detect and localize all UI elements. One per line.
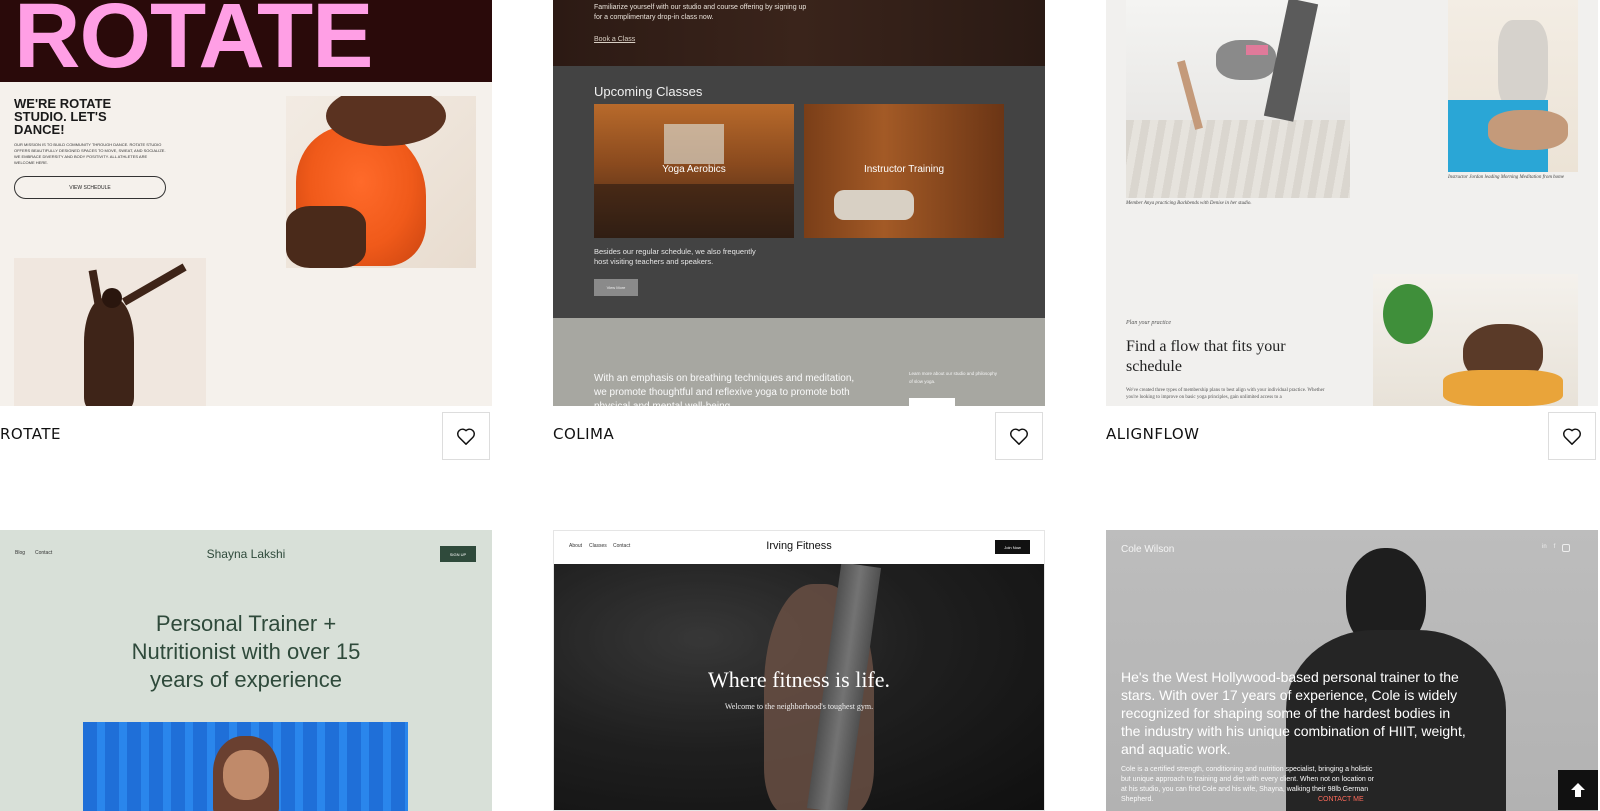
colima-classes-section: Upcoming Classes Yoga Aerobics Instructo… [553, 66, 1045, 318]
linkedin-icon[interactable]: in [1542, 544, 1547, 552]
shayna-photo [83, 722, 408, 811]
colima-section-title: Upcoming Classes [594, 84, 703, 99]
shayna-headline: Personal Trainer + Nutritionist with ove… [131, 611, 361, 692]
template-name[interactable]: COLIMA [553, 425, 614, 443]
colima-class-label-1: Yoga Aerobics [662, 164, 726, 175]
alignflow-eyebrow: Plan your practice [1126, 320, 1171, 326]
rotate-photo-dancer [14, 258, 206, 406]
shayna-signup-label: SIGN UP [449, 551, 467, 557]
rotate-photo-orange-top [286, 96, 476, 268]
colima-note: Besides our regular schedule, we also fr… [594, 247, 756, 266]
template-preview-irving-fitness[interactable]: About Classes Contact Irving Fitness Joi… [553, 530, 1045, 811]
alignflow-caption-1: Member Anya practicing Backbends with De… [1126, 201, 1252, 206]
template-preview-rotate[interactable]: ROTATE WE'RE ROTATE STUDIO. LET'S DANCE!… [0, 0, 492, 406]
irving-sub: Welcome to the neighborhood's toughest g… [724, 702, 874, 711]
alignflow-heading: Find a flow that fits your schedule [1126, 338, 1286, 375]
colima-side-text: Learn more about our studio and philosop… [909, 371, 998, 384]
shayna-brand: Shayna Lakshi [206, 547, 286, 561]
colima-intro-link[interactable]: Book a Class [594, 36, 635, 43]
heart-icon [1010, 428, 1028, 445]
rotate-headline: WE'RE ROTATE STUDIO. LET'S DANCE! [14, 96, 112, 137]
alignflow-photo-backbend [1126, 0, 1350, 198]
template-preview-shayna-lakshi[interactable]: Blog Contact Shayna Lakshi SIGN UP Perso… [0, 530, 492, 811]
irving-brand: Irving Fitness [766, 540, 832, 552]
colima-side-button[interactable] [909, 398, 955, 406]
template-preview-cole-wilson[interactable]: Cole Wilson in f He's the West Hollywood… [1106, 530, 1598, 811]
heart-icon [1563, 428, 1581, 445]
template-card-colima[interactable]: Familiarize yourself with our studio and… [553, 0, 1045, 470]
template-card-irving-fitness[interactable]: About Classes Contact Irving Fitness Joi… [553, 530, 1045, 811]
colima-note-button-label: View More [606, 285, 626, 290]
facebook-icon[interactable]: f [1554, 544, 1556, 552]
colima-class-photo-1[interactable]: Yoga Aerobics [594, 104, 794, 238]
rotate-cta[interactable]: VIEW SCHEDULE [14, 176, 166, 199]
cole-brand: Cole Wilson [1121, 544, 1175, 555]
irving-join-label: Join Now [1004, 544, 1021, 550]
colima-hero: Familiarize yourself with our studio and… [553, 0, 1045, 66]
colima-intro: Familiarize yourself with our studio and… [594, 4, 807, 21]
shayna-signup-button[interactable]: SIGN UP [440, 546, 476, 562]
template-card-alignflow[interactable]: Member Anya practicing Backbends with De… [1106, 0, 1598, 470]
heart-icon [457, 428, 475, 445]
favorite-button[interactable] [1548, 412, 1596, 460]
colima-bottom-text: With an emphasis on breathing techniques… [594, 373, 855, 406]
irving-join-button[interactable]: Join Now [995, 540, 1030, 554]
arrow-up-icon [1571, 783, 1585, 797]
favorite-button[interactable] [995, 412, 1043, 460]
favorite-button[interactable] [442, 412, 490, 460]
template-preview-alignflow[interactable]: Member Anya practicing Backbends with De… [1106, 0, 1598, 406]
template-name[interactable]: ALIGNFLOW [1106, 425, 1199, 443]
alignflow-caption-2: Instructor Jordan leading Morning Medita… [1448, 175, 1565, 180]
rotate-cta-label: VIEW SCHEDULE [69, 184, 111, 191]
cole-social-icons: in f [1542, 544, 1571, 552]
template-card-rotate[interactable]: ROTATE WE'RE ROTATE STUDIO. LET'S DANCE!… [0, 0, 492, 470]
colima-class-photo-2[interactable]: Instructor Training [804, 104, 1004, 238]
alignflow-photo-meditation [1448, 0, 1578, 172]
irving-header: About Classes Contact Irving Fitness Joi… [554, 531, 1044, 564]
rotate-body: OUR MISSION IS TO BUILD COMMUNITY THROUG… [14, 142, 166, 165]
template-preview-colima[interactable]: Familiarize yourself with our studio and… [553, 0, 1045, 406]
template-name[interactable]: ROTATE [0, 425, 61, 443]
rotate-header: ROTATE [0, 0, 492, 86]
colima-class-label-2: Instructor Training [863, 164, 945, 175]
irving-headline: Where fitness is life. [707, 667, 891, 692]
alignflow-photo-woman [1373, 274, 1578, 406]
scroll-to-top-button[interactable] [1558, 770, 1598, 810]
template-card-cole-wilson[interactable]: Cole Wilson in f He's the West Hollywood… [1106, 530, 1598, 811]
rotate-logo: ROTATE [14, 0, 374, 87]
colima-note-button[interactable]: View More [594, 279, 638, 296]
alignflow-body: We've created three types of membership … [1126, 388, 1325, 400]
cole-headline: He's the West Hollywood-based personal t… [1121, 669, 1466, 757]
cole-contact-link[interactable]: CONTACT ME [1318, 796, 1364, 803]
template-card-shayna-lakshi[interactable]: Blog Contact Shayna Lakshi SIGN UP Perso… [0, 530, 492, 811]
instagram-icon[interactable] [1562, 544, 1571, 552]
